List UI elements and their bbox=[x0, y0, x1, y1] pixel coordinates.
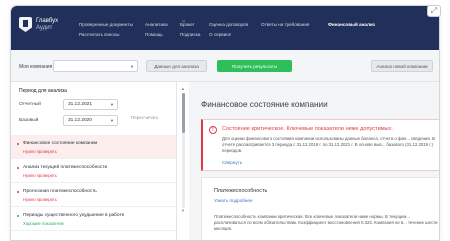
status-dot-icon bbox=[17, 143, 19, 145]
main-nav: Проверенные документы Аналитика Брокет О… bbox=[79, 18, 429, 44]
report-period-label: Отчетный bbox=[19, 102, 41, 107]
learn-more-link[interactable]: Узнать подробнее bbox=[214, 198, 253, 203]
nav-item-checked-documents[interactable]: Проверенные документы bbox=[79, 22, 133, 27]
logo-product: Аудит bbox=[36, 24, 53, 31]
company-label: Моя компания bbox=[19, 64, 53, 70]
analysis-sections-list: Финансовое состояние компании Нужно пров… bbox=[11, 135, 176, 231]
base-period-label: Базовый bbox=[19, 118, 39, 123]
collapse-link[interactable]: Свернуть bbox=[222, 160, 242, 165]
chevron-down-icon: ▼ bbox=[110, 102, 114, 107]
logo-brand: Главбух bbox=[36, 17, 59, 24]
nav-item-about[interactable]: О сервисе bbox=[209, 32, 231, 37]
sidebar-item-current-solvency[interactable]: Анализ текущей платежеспособности Нужно … bbox=[11, 159, 176, 183]
base-period-select[interactable]: 31.12.2020 ▼ bbox=[63, 115, 118, 126]
nav-item-subscription[interactable]: Подписка bbox=[180, 32, 200, 37]
report-period-select[interactable]: 31.12.2021 ▼ bbox=[63, 99, 118, 110]
status-dot-icon bbox=[17, 191, 19, 193]
period-title: Период для анализа bbox=[19, 88, 67, 94]
nav-item-requirements-answers[interactable]: Ответы на требования bbox=[261, 22, 309, 27]
new-company-analysis-button[interactable]: Анализ новой компании bbox=[371, 60, 433, 72]
analysis-data-button[interactable]: Данные для анализа bbox=[146, 60, 207, 72]
solvency-card: Платежеспособность Узнать подробнее Плат… bbox=[201, 177, 439, 240]
warning-icon: ! bbox=[209, 126, 217, 134]
get-results-button[interactable]: Получить результаты bbox=[217, 60, 292, 72]
recalculate-link[interactable]: Пересчитать bbox=[131, 115, 158, 120]
sidebar-item-forecast-solvency[interactable]: Прогнозная платежеспособность Нужно пров… bbox=[11, 183, 176, 207]
nav-item-contract-evaluation[interactable]: Оценка договоров bbox=[209, 22, 248, 27]
company-select[interactable]: ▼ bbox=[53, 60, 138, 72]
nav-item-calculate-contributions[interactable]: Рассчитать взносы bbox=[79, 32, 119, 37]
top-navigation-bar: Главбух Аудит Проверенные документы Анал… bbox=[11, 6, 439, 50]
card-body: Платежеспособность компании критическая.… bbox=[214, 214, 438, 231]
scroll-down-icon[interactable]: ▼ bbox=[181, 208, 185, 213]
page-title: Финансовое состояние компании bbox=[201, 100, 328, 109]
toolbar: Моя компания ▼ Данные для анализа Получи… bbox=[11, 50, 439, 82]
nav-item-financial-analysis[interactable]: Финансовый анализ bbox=[328, 22, 375, 27]
scrollbar-thumb[interactable] bbox=[182, 93, 185, 133]
sidebar-item-deterioration-periods[interactable]: Периоды существенного ухудшения в работе… bbox=[11, 207, 176, 231]
card-title: Платежеспособность bbox=[214, 188, 268, 194]
nav-item-analytics[interactable]: Аналитика bbox=[145, 22, 168, 27]
sidebar-item-financial-state[interactable]: Финансовое состояние компании Нужно пров… bbox=[11, 135, 176, 159]
status-dot-icon bbox=[17, 215, 19, 217]
logo-icon bbox=[19, 17, 32, 32]
logo[interactable]: Главбух Аудит bbox=[19, 17, 58, 32]
expand-icon[interactable]: ⤢ bbox=[427, 5, 441, 17]
chevron-down-icon: ▼ bbox=[110, 118, 114, 123]
app-window: Главбух Аудит Проверенные документы Анал… bbox=[10, 5, 440, 241]
alert-title: Состояние критическое. Ключевые показате… bbox=[222, 126, 393, 132]
collapse-sidebar-icon[interactable]: « bbox=[182, 19, 185, 25]
analysis-sidebar: Период для анализа Отчетный 31.12.2021 ▼… bbox=[11, 82, 177, 240]
scroll-up-icon[interactable]: ▲ bbox=[181, 86, 185, 91]
status-dot-icon bbox=[17, 167, 19, 169]
alert-body: Для оценки финансового состояния компани… bbox=[222, 136, 435, 153]
critical-alert: ! Состояние критическое. Ключевые показа… bbox=[201, 119, 439, 171]
chevron-down-icon: ▼ bbox=[130, 64, 134, 69]
main-content: Финансовое состояние компании ! Состояни… bbox=[189, 82, 439, 240]
nav-item-help[interactable]: Помощь bbox=[145, 32, 163, 37]
